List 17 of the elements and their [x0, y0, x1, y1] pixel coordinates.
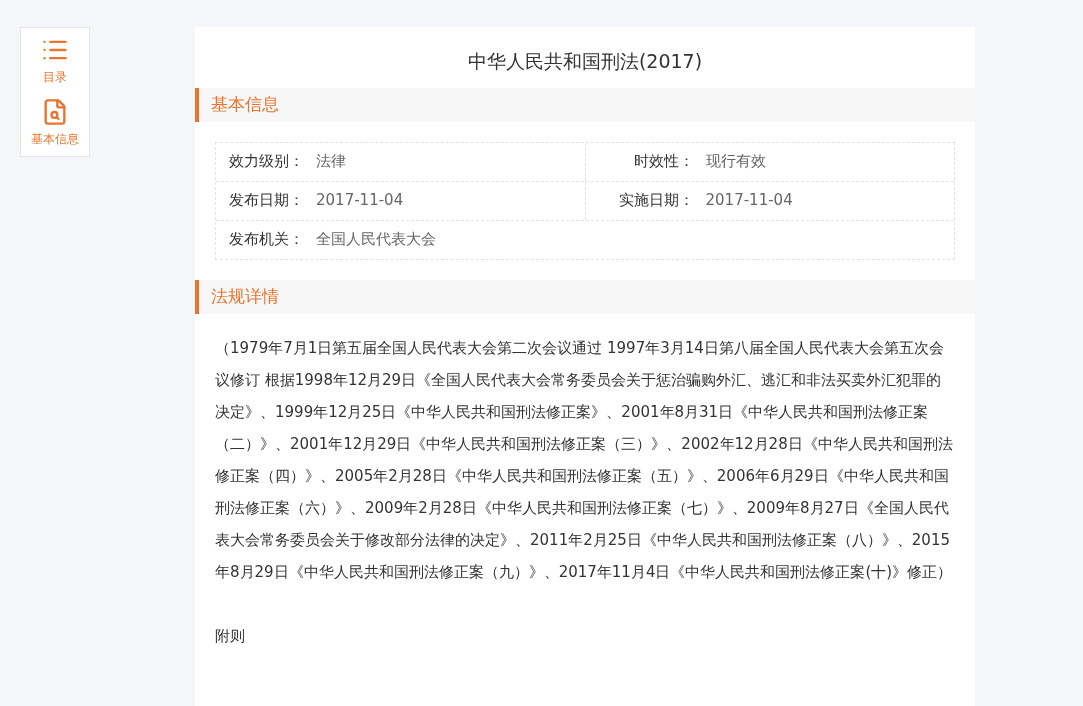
page-title: 中华人民共和国刑法(2017) [466, 49, 704, 74]
field-label: 发布日期： [228, 190, 304, 212]
field-value: 法律 [316, 151, 346, 173]
sidebar-item[interactable]: 目录 [41, 36, 69, 86]
field-label: 时效性： [632, 151, 694, 173]
field-label: 实施日期： [617, 190, 694, 212]
section-title: 法规详情 [211, 284, 279, 308]
sidebar-item[interactable]: 基本信息 [31, 98, 79, 148]
field-value: 全国人民代表大会 [316, 229, 436, 251]
law-paragraph: （1979年7月1日第五届全国人民代表大会第二次会议通过 1997年3月14日第八届全国人民代表大会第五次会议修订 根据1998年12月29日《全国人民代表大会常务委员会关于惩治骗购外汇、逃汇和非法买卖外汇犯罪的决定》、1999年12月25日《中华人民共和国刑法修正案》、2001年8月31日《中华人民共和国刑法修正案（二）》、2001年12月29日《中华人民共和国刑法修正案（三）》、2002年12月28日《中华人民共和国刑法修正案（四）》、2005年2月28日《中华人民共和国刑法修正案（五）》、2006年6月29日《中华人民共和国刑法修正案（六）》、2009年2月28日《中华人民共和国刑法修正案（七）》、2009年8月27日《全国人民代表大会常务委员会关于修改部分法律的决定》、2011年2月25日《中华人民共和国刑法修正案（八）》、2015年8月29日《中华人民共和国刑法修正案（九）》、2017年11月4日《中华人民共和国刑法修正案(十)》修正） [215, 337, 954, 583]
field-value: 2017-11-04 [316, 190, 404, 212]
section-title: 基本信息 [211, 92, 279, 116]
field-label: 发布机关： [228, 229, 304, 251]
field-label: 效力级别： [228, 151, 304, 173]
field-value: 2017-11-04 [705, 190, 793, 212]
law-paragraph: 附则 [215, 625, 246, 647]
field-value: 现行有效 [705, 151, 766, 173]
